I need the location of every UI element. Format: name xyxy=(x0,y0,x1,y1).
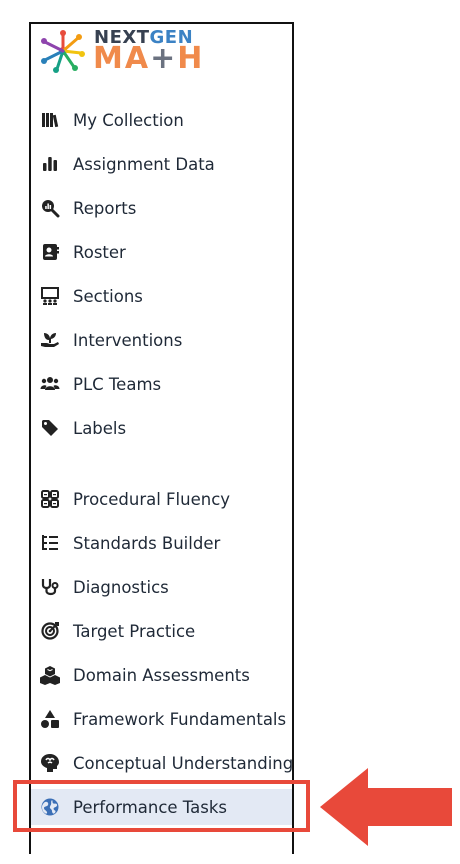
nav-item-label: Assignment Data xyxy=(73,154,215,174)
list-tree-icon xyxy=(40,533,60,553)
nextgen-math-logo[interactable]: NEXTGEN MA+H xyxy=(40,26,210,78)
tag-icon xyxy=(40,418,60,438)
nav-item-label: Roster xyxy=(73,242,126,262)
shapes-icon xyxy=(40,709,60,729)
nav-item-label: Framework Fundamentals xyxy=(73,709,287,729)
nav-item-plc-teams[interactable]: PLC Teams xyxy=(31,366,292,402)
nav-item-labels[interactable]: Labels xyxy=(31,410,292,446)
nav-item-label: Standards Builder xyxy=(73,533,221,553)
sections-icon xyxy=(40,286,60,306)
nav-item-roster[interactable]: Roster xyxy=(31,234,292,270)
nav-item-target-practice[interactable]: Target Practice xyxy=(31,613,292,649)
collection-icon xyxy=(40,110,60,130)
nav-item-label: Sections xyxy=(73,286,143,306)
nav-item-label: Procedural Fluency xyxy=(73,489,231,509)
seedling-hand-icon xyxy=(40,330,60,350)
nav-item-label: Domain Assessments xyxy=(73,665,250,685)
nav-item-label: My Collection xyxy=(73,110,184,130)
nav-item-framework-fundamentals[interactable]: Framework Fundamentals xyxy=(31,701,292,737)
nav-item-reports[interactable]: Reports xyxy=(31,190,292,226)
report-search-icon xyxy=(40,198,60,218)
target-icon xyxy=(40,621,60,641)
nav-item-label: PLC Teams xyxy=(73,374,162,394)
nav-item-label: Conceptual Understanding xyxy=(73,753,294,773)
sidebar-panel: NEXTGEN MA+H My Collection Assignment Da… xyxy=(29,22,294,854)
nav-item-label: Labels xyxy=(73,418,127,438)
nav-item-label: Interventions xyxy=(73,330,183,350)
nav-item-label: Target Practice xyxy=(73,621,196,641)
nav-item-domain-assessments[interactable]: Domain Assessments xyxy=(31,657,292,693)
nav-item-conceptual-understanding[interactable]: Conceptual Understanding xyxy=(31,745,294,781)
nav-item-procedural-fluency[interactable]: Procedural Fluency xyxy=(31,481,292,517)
people-group-icon xyxy=(40,374,60,394)
stethoscope-icon xyxy=(40,577,60,597)
nav-item-label: Diagnostics xyxy=(73,577,169,597)
callout-arrow-icon xyxy=(320,768,452,846)
bar-chart-icon xyxy=(40,154,60,174)
roster-card-icon xyxy=(40,242,60,262)
grid-icon xyxy=(40,489,60,509)
nav-item-interventions[interactable]: Interventions xyxy=(31,322,292,358)
highlight-callout-box xyxy=(13,780,310,832)
cubes-icon xyxy=(40,665,60,685)
nav-item-diagnostics[interactable]: Diagnostics xyxy=(31,569,292,605)
nav-item-sections[interactable]: Sections xyxy=(31,278,292,314)
logo-wordmark-bottom: MA+H xyxy=(93,41,205,76)
nav-item-standards-builder[interactable]: Standards Builder xyxy=(31,525,292,561)
nav-item-my-collection[interactable]: My Collection xyxy=(31,102,292,138)
brain-icon xyxy=(40,753,60,773)
nav-item-assignment-data[interactable]: Assignment Data xyxy=(31,146,292,182)
logo-mark-icon xyxy=(41,30,85,73)
nav-item-label: Reports xyxy=(73,198,137,218)
